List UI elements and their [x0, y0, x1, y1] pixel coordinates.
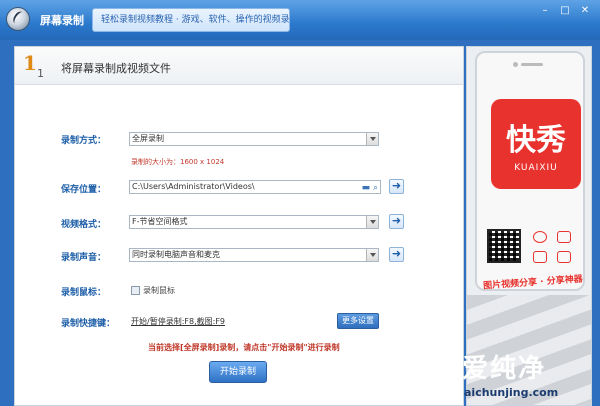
record-audio-settings-button[interactable]: ➜: [389, 247, 404, 262]
status-notice: 当前选择[全屏录制]录制，请点击"开始录制"进行录制: [148, 343, 340, 352]
image-icon: [557, 251, 571, 263]
video-format-select[interactable]: F-节省空间格式: [129, 215, 379, 229]
step-number: 1: [23, 51, 37, 75]
ad-slogan: 图片视频分享 · 分享神器: [482, 274, 584, 292]
save-location-label: 保存位置：: [61, 185, 107, 195]
maximize-button[interactable]: □: [556, 4, 574, 18]
kuaixiu-logo: 快秀 KUAIXIU: [491, 99, 581, 189]
more-settings-button[interactable]: 更多设置: [337, 313, 379, 329]
close-button[interactable]: ✕: [576, 4, 594, 18]
app-title: 屏幕录制: [40, 14, 84, 27]
record-mode-select[interactable]: 全屏录制: [129, 132, 379, 146]
record-mode-value: 全屏录制: [132, 134, 164, 143]
hotkey-label: 录制快捷键：: [61, 319, 116, 329]
watermark-logo-icon: [414, 348, 452, 386]
save-location-input[interactable]: C:\Users\Administrator\Videos\ ▬ ⌕: [129, 180, 381, 194]
tab-active[interactable]: 轻松录制视频教程 · 游戏、软件、操作的视频录制工具: [92, 8, 290, 32]
search-icon[interactable]: ⌕: [373, 183, 378, 193]
camera-icon: [513, 62, 518, 67]
open-folder-button[interactable]: ➜: [389, 179, 404, 194]
record-cursor-checkbox[interactable]: [131, 286, 140, 295]
record-audio-label: 录制声音：: [61, 253, 107, 263]
minimize-button[interactable]: –: [536, 4, 554, 18]
video-format-settings-button[interactable]: ➜: [389, 214, 404, 229]
users-icon: [557, 231, 571, 243]
main-panel: 1 1 将屏幕录制成视频文件 录制方式： 全屏录制 录制的大小为：1600 x …: [14, 46, 464, 406]
title-bar: 屏幕录制 轻松录制视频教程 · 游戏、软件、操作的视频录制工具 – □ ✕: [0, 0, 600, 40]
folder-icon[interactable]: ▬: [362, 183, 371, 193]
record-audio-select[interactable]: 同时录制电脑声音和麦克: [129, 248, 379, 262]
ad-brand-en: KUAIXIU: [514, 163, 558, 173]
video-icon: [533, 251, 547, 263]
video-format-value: F-节省空间格式: [132, 217, 188, 226]
watermark-text: 爱纯净: [462, 354, 547, 384]
app-logo-icon: [6, 7, 30, 31]
record-audio-value: 同时录制电脑声音和麦克: [132, 250, 220, 259]
step-title: 将屏幕录制成视频文件: [61, 62, 171, 75]
record-size-hint: 录制的大小为：1600 x 1024: [131, 158, 225, 166]
watermark: 爱纯净 aichunjing.com: [412, 346, 600, 406]
window-controls: – □ ✕: [534, 4, 594, 18]
chevron-down-icon[interactable]: [366, 133, 378, 145]
qr-code-icon: [487, 229, 521, 263]
speaker-icon: [521, 63, 543, 66]
save-location-value: C:\Users\Administrator\Videos\: [132, 182, 255, 191]
watermark-url: aichunjing.com: [464, 386, 559, 399]
ad-brand: 快秀: [506, 123, 566, 158]
record-mode-label: 录制方式：: [61, 136, 107, 146]
video-format-label: 视频格式：: [61, 220, 107, 230]
record-cursor-label: 录制鼠标：: [61, 288, 107, 298]
phone-illustration: 快秀 KUAIXIU 图片视频分享 · 分享神器: [475, 51, 585, 291]
chevron-down-icon[interactable]: [366, 216, 378, 228]
hotkey-link[interactable]: 开始/暂停录制:F8,截图:F9: [131, 316, 225, 327]
start-record-button[interactable]: 开始录制: [209, 361, 267, 383]
step-header: 1 1 将屏幕录制成视频文件: [15, 47, 463, 85]
chevron-down-icon[interactable]: [366, 249, 378, 261]
step-number-sub: 1: [37, 67, 44, 80]
record-cursor-checkbox-label[interactable]: 录制鼠标: [143, 285, 175, 296]
chat-icon: [533, 231, 547, 243]
